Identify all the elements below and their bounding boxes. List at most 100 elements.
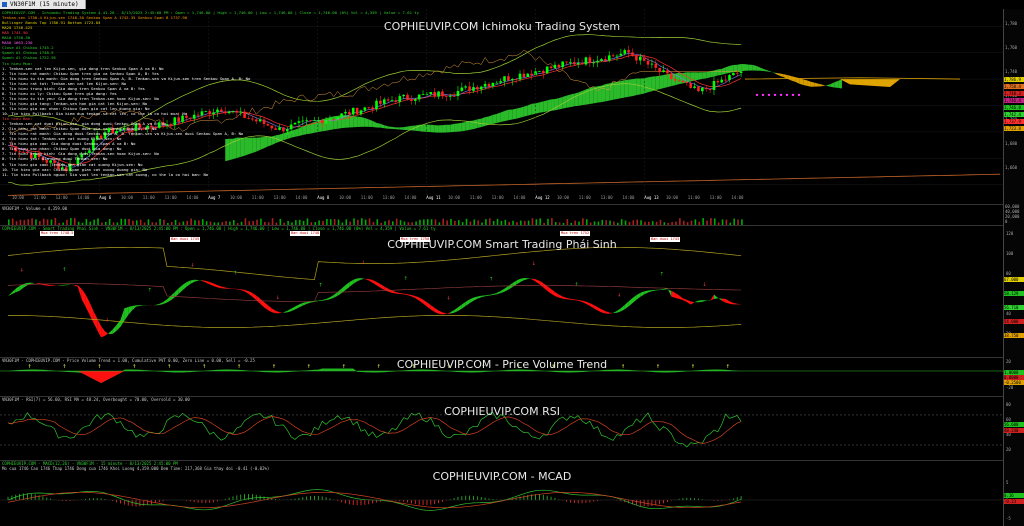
ichimoku-cloud-segment	[446, 124, 451, 133]
oscillator-fill	[256, 295, 261, 304]
ichimoku-cloud-segment	[395, 127, 400, 130]
candle-body	[557, 64, 561, 68]
oscillator-fill	[357, 278, 361, 282]
oscillator-fill	[271, 308, 276, 314]
candle-body	[355, 107, 359, 115]
volume-panel[interactable]: VN30F1M - Volume = 4,359.00 60,000 40,000…	[0, 204, 1024, 226]
ichimoku-cloud-segment	[430, 124, 435, 133]
pvt-axis[interactable]: 200-201.00000.0000-0.2500	[1003, 357, 1024, 396]
chart-tab[interactable]: VN30F1M (15 minute)	[0, 0, 86, 9]
candle-body	[262, 119, 266, 125]
ichimoku-cloud-segment	[295, 128, 299, 137]
candle-body	[165, 124, 169, 126]
candle-body	[631, 52, 634, 56]
candle-body	[569, 62, 572, 63]
price-axis[interactable]: 1,7801,7601,7401,7201,7001,6801,6601,786…	[1003, 9, 1024, 204]
ichimoku-cloud-segment	[810, 81, 815, 87]
candle-body	[600, 59, 603, 61]
oscillator-fill	[267, 305, 272, 313]
ichimoku-cloud-segment	[434, 125, 439, 133]
candle-body	[464, 86, 468, 88]
candle-body	[576, 62, 580, 65]
ichimoku-cloud-segment	[620, 80, 625, 99]
oscillator-fill	[159, 301, 164, 305]
oscillator-fill	[209, 281, 214, 287]
ichimoku-panel[interactable]: COPHIEUVIP.COM Ichimoku Trading System C…	[0, 9, 1024, 205]
candle-body	[359, 110, 363, 115]
oscillator-fill	[97, 318, 102, 338]
oscillator-fill	[574, 299, 579, 301]
candle-body	[638, 56, 642, 61]
candle-body	[681, 80, 685, 83]
candle-body	[565, 61, 568, 63]
smart-trading-axis[interactable]: 1201008060402067.00058.12956.71054.00038…	[1003, 225, 1024, 357]
signal-tag: Ban duoi 1745	[170, 237, 201, 242]
oscillator-fill	[434, 307, 439, 314]
oscillator-fill	[322, 298, 327, 301]
ichimoku-cloud-segment	[574, 92, 579, 107]
time-tick: 13:00	[55, 195, 68, 200]
time-tick: 14:00	[186, 195, 199, 200]
ichimoku-cloud-segment	[713, 69, 718, 77]
ichimoku-cloud-segment	[791, 76, 796, 82]
candle-body	[371, 107, 374, 110]
ichimoku-cloud-segment	[570, 93, 575, 108]
candle-body	[192, 114, 196, 119]
candle-body	[231, 110, 235, 112]
ichimoku-cloud-segment	[384, 125, 389, 129]
middle-band	[7, 283, 742, 302]
candle-body	[611, 55, 615, 57]
signal-arrow: ↓	[702, 282, 706, 288]
rsi-axis[interactable]: 80 60 40 20 56.600 48.240	[1003, 396, 1024, 460]
candle-body	[410, 99, 413, 101]
time-tick: 10:00	[339, 195, 352, 200]
ichimoku-cloud-segment	[733, 64, 738, 73]
macd-axis[interactable]: 50-50.16-0.23	[1003, 460, 1024, 526]
oscillator-fill	[713, 294, 718, 299]
ichimoku-cloud-segment	[388, 126, 393, 129]
price-tick: 1,760	[1005, 45, 1018, 50]
candle-body	[635, 55, 638, 61]
time-tick: 11:00	[578, 195, 591, 200]
candle-body	[503, 76, 506, 82]
oscillator-fill	[136, 305, 140, 307]
ichimoku-cloud-segment	[500, 111, 505, 123]
macd-tick: 5	[1006, 480, 1009, 485]
oscillator-fill	[384, 286, 389, 292]
oscillator-fill	[50, 285, 55, 287]
volume-bar	[531, 218, 534, 225]
oscillator-fill	[291, 306, 296, 312]
oscillator-fill	[104, 331, 109, 336]
rsi-panel[interactable]: VN30F1M - RSI(7) = 56.60, RSI MA = 48.24…	[0, 396, 1024, 461]
volume-tick: 0	[1005, 219, 1008, 224]
volume-axis[interactable]: 60,000 40,000 20,000 0	[1003, 204, 1024, 225]
ichimoku-cloud-segment	[822, 84, 827, 87]
oscillator-fill	[244, 289, 249, 294]
ichimoku-cloud-segment	[520, 106, 524, 118]
macd-panel[interactable]: COPHIEUVIP.COM - MACD(12,26) - VN30F1M -…	[0, 460, 1024, 526]
rsi-tick: 20	[1006, 447, 1011, 452]
candle-body	[223, 111, 227, 114]
candle-body	[452, 96, 456, 97]
oscillator-fill	[620, 304, 625, 312]
candle-body	[460, 87, 464, 91]
oscillator-fill	[593, 304, 598, 311]
volume-bar	[306, 218, 309, 225]
smart-trading-panel[interactable]: ↓ ↑ ↓ ↑ ↓ ↑ ↓ ↑ ↓ ↑ ↓ ↑ ↓ ↑ ↓ ↑ ↓ COPHIEUVIP.COM - Smart…	[0, 225, 1024, 358]
oscillator-fill	[597, 307, 602, 313]
time-tick: Aug 8	[317, 195, 330, 200]
ichimoku-cloud-segment	[539, 101, 544, 113]
ichimoku-cloud-segment	[353, 115, 358, 128]
ichimoku-cloud-segment	[438, 125, 443, 133]
oscillator-fill	[62, 284, 67, 286]
oscillator-fill	[450, 310, 455, 314]
signal-arrow: ↑	[489, 277, 493, 283]
candle-body	[258, 119, 262, 122]
time-tick: Aug 13	[644, 195, 659, 200]
candle-body	[336, 116, 340, 120]
volume-bar	[368, 218, 371, 225]
pvt-panel[interactable]: ↑ ↑ ↑ ↑ ↑ ↑ ↑ ↑ ↑ ↑ ↑ ↑ ↑ ↑ ↑ ↑ ↑ ↑ ↑ ↑ ↑ VN30F1M - COPHIEUV…	[0, 357, 1024, 397]
oscillator-fill	[477, 295, 482, 299]
pvt-negative-area	[77, 371, 125, 383]
signal-arrow: ↑	[148, 287, 152, 293]
